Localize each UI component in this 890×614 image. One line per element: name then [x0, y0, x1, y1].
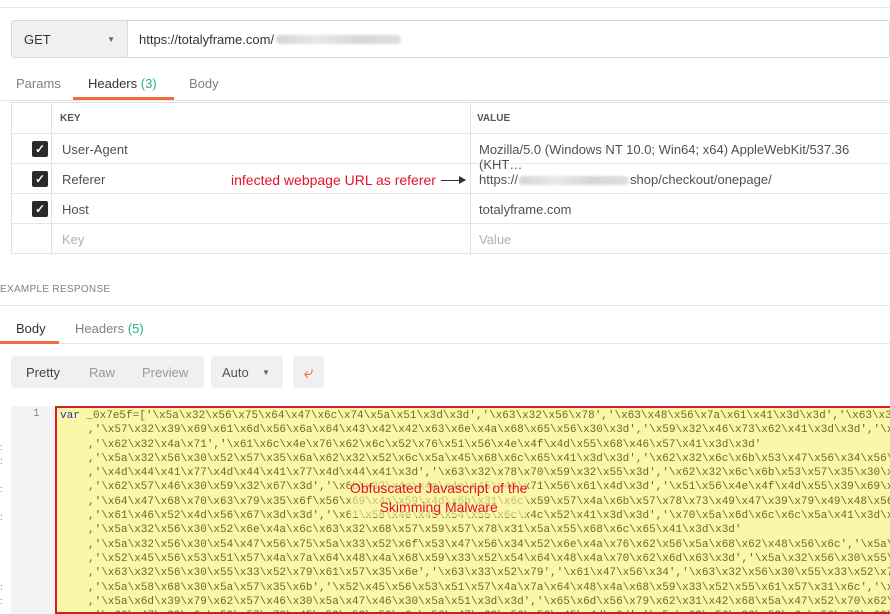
wrap-lines-icon: ⤶ [303, 362, 314, 382]
code-annotation-line: Skimming Malware [379, 499, 498, 515]
method-label: GET [24, 31, 51, 47]
header-key-cell[interactable]: User-Agent [62, 142, 128, 157]
url-text: https://totalyframe.com/ [139, 31, 275, 47]
view-mode-bar: Pretty Raw Preview [11, 356, 204, 388]
key-placeholder[interactable]: Key [62, 232, 84, 247]
code-line: ,'\x5a\x58\x68\x30\x5a\x57\x35\x6b','\x5… [88, 581, 890, 594]
line-number: 1 [33, 408, 40, 420]
header-value-cell[interactable]: https:// shop/checkout/onepage/ [479, 172, 772, 187]
referer-annotation-text: infected webpage URL as referer [231, 172, 436, 188]
view-preview-button[interactable]: Preview [142, 365, 188, 380]
code-line: ,'\x5a\x32\x56\x30\x52\x6e\x4a\x6c\x63\x… [88, 524, 742, 537]
top-divider [0, 0, 890, 8]
url-input[interactable]: https://totalyframe.com/ [128, 21, 402, 57]
method-select[interactable]: GET ▼ [12, 21, 128, 57]
value-placeholder[interactable]: Value [479, 232, 511, 247]
tab-response-headers-label: Headers [75, 321, 125, 336]
code-line: ,'\x63\x32\x56\x30\x55\x33\x52\x79\x61\x… [88, 567, 890, 580]
header-key-cell[interactable]: Host [62, 202, 89, 217]
referer-suffix: shop/checkout/onepage/ [630, 172, 772, 187]
code-line: var _0x7e5f=['\x5a\x32\x56\x75\x64\x47\x… [60, 410, 890, 422]
format-select-value: Auto [222, 365, 249, 380]
tab-response-headers[interactable]: Headers (5) [75, 321, 144, 336]
tab-params[interactable]: Params [16, 76, 61, 91]
code-line: ,'\x62\x32\x4a\x71','\x61\x6c\x4e\x76\x6… [88, 438, 762, 451]
chevron-down-icon: ▼ [107, 34, 115, 44]
tab-response-headers-count: (5) [127, 321, 144, 336]
example-response-label: EXAMPLE RESPONSE [0, 284, 111, 295]
tab-body[interactable]: Body [189, 76, 219, 91]
active-tab-underline [0, 341, 59, 344]
active-tab-underline [73, 97, 174, 100]
tab-headers-label: Headers [88, 76, 138, 91]
left-edge-marks: :::::: [0, 442, 3, 606]
header-value-cell[interactable]: totalyframe.com [479, 202, 571, 217]
code-line: ,'\x52\x45\x56\x53\x51\x57\x4a\x7a\x64\x… [88, 552, 890, 565]
code-keyword: var [60, 410, 80, 422]
view-pretty-button[interactable]: Pretty [26, 365, 60, 380]
tab-headers[interactable]: Headers (3) [88, 76, 157, 91]
format-select[interactable]: Auto ▼ [211, 356, 283, 388]
table-row-empty: Key Value [12, 224, 890, 254]
row-checkbox[interactable]: ✓ [32, 171, 48, 187]
arrow-right-icon [440, 175, 466, 184]
row-checkbox[interactable]: ✓ [32, 141, 48, 157]
referer-prefix: https:// [479, 172, 519, 187]
header-key-cell[interactable]: Referer [62, 172, 105, 187]
table-header-row: KEY VALUE [12, 103, 890, 134]
code-line: ,'\x5a\x6d\x39\x79\x62\x57\x46\x30\x5a\x… [88, 595, 890, 608]
chevron-down-icon: ▼ [262, 368, 270, 377]
code-annotation-line: Obfuscated Javascript of the [350, 480, 528, 496]
column-value-header: VALUE [477, 113, 511, 124]
code-line: ,'\x57\x32\x39\x69\x61\x6d\x56\x6a\x64\x… [88, 424, 890, 437]
redacted-domain-blur [519, 176, 630, 186]
line-number-gutter [11, 406, 55, 614]
referer-annotation: infected webpage URL as referer [231, 172, 466, 188]
tab-headers-count: (3) [140, 76, 157, 91]
code-line: ,'\x5a\x32\x56\x30\x54\x47\x56\x75\x5a\x… [88, 538, 890, 551]
table-row: ✓ User-Agent Mozilla/5.0 (Windows NT 10.… [12, 134, 890, 172]
row-checkbox[interactable]: ✓ [32, 201, 48, 217]
response-tabs: Body Headers (5) [0, 306, 890, 344]
redacted-url-blur [276, 34, 402, 44]
code-annotation: Obfuscated Javascript of the Skimming Ma… [350, 479, 528, 517]
request-url-bar: GET ▼ https://totalyframe.com/ [11, 20, 890, 58]
column-key-header: KEY [60, 113, 81, 124]
view-raw-button[interactable]: Raw [89, 365, 115, 380]
code-line: ,'\x5a\x32\x56\x30\x52\x57\x35\x6a\x62\x… [88, 452, 890, 465]
wrap-lines-button[interactable]: ⤶ [293, 356, 324, 388]
table-row: ✓ Host totalyframe.com [12, 194, 890, 224]
code-line: ,'\x62\x47\x39\x6a\x59\x57\x78\x45\x59\x… [60, 609, 890, 612]
tab-response-body[interactable]: Body [16, 321, 46, 336]
